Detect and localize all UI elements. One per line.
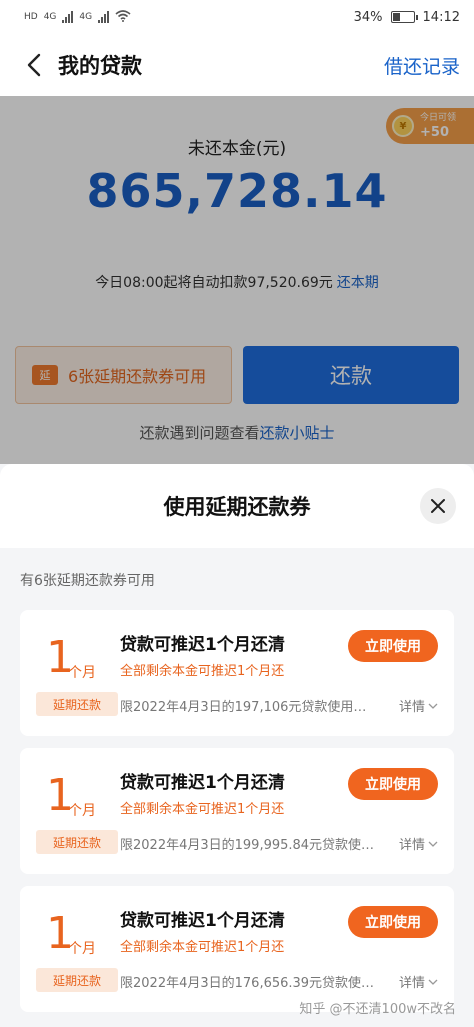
detail-label: 详情 [398, 700, 425, 715]
wifi-icon [115, 9, 131, 25]
coupon-unit: 个月 [68, 665, 96, 681]
coupon-detail-toggle[interactable]: 详情 [399, 834, 438, 853]
watermark: 知乎 @不还清100w不改名 [299, 1002, 456, 1017]
deferral-coupon-sheet: 使用延期还款券 有6张延期还款券可用 1 个月 延期还款 贷款可推迟1个月还清 … [0, 464, 474, 1027]
signal-icon-2 [98, 11, 110, 23]
chevron-down-icon [428, 836, 438, 851]
signal-group: HD 4G 4G [24, 9, 131, 25]
coupon-restriction: 限2022年4月3日的199,995.84元贷款使… [120, 838, 375, 853]
signal-icon [62, 11, 74, 23]
coupon-restriction: 限2022年4月3日的176,656.39元贷款使… [120, 976, 375, 991]
dim-overlay[interactable] [0, 96, 474, 464]
network-4g-label-1: 4G [43, 12, 57, 22]
coupon-unit: 个月 [68, 803, 96, 819]
coupon-subtitle: 全部剩余本金可推迟1个月还 [120, 940, 285, 955]
coupon-title: 贷款可推迟1个月还清 [120, 635, 285, 655]
nav-header: 我的贷款 借还记录 [0, 34, 474, 96]
coupon-card: 1 个月 延期还款 贷款可推迟1个月还清 全部剩余本金可推迟1个月还 立即使用 … [20, 610, 454, 736]
close-icon[interactable] [420, 488, 456, 524]
sheet-header: 使用延期还款券 [0, 464, 474, 548]
battery-icon [390, 11, 418, 23]
coupon-tag: 延期还款 [36, 692, 118, 716]
coupon-title: 贷款可推迟1个月还清 [120, 911, 285, 931]
status-right: 34% 14:12 [354, 10, 460, 25]
sheet-title: 使用延期还款券 [163, 495, 311, 519]
coupon-subtitle: 全部剩余本金可推迟1个月还 [120, 664, 285, 679]
page-title: 我的贷款 [58, 54, 142, 78]
coupon-detail-toggle[interactable]: 详情 [399, 972, 438, 991]
coupon-card: 1 个月 延期还款 贷款可推迟1个月还清 全部剩余本金可推迟1个月还 立即使用 … [20, 886, 454, 1012]
coupon-title: 贷款可推迟1个月还清 [120, 773, 285, 793]
use-now-button[interactable]: 立即使用 [348, 906, 438, 938]
detail-label: 详情 [398, 976, 425, 991]
borrow-repay-history-link[interactable]: 借还记录 [384, 52, 460, 79]
coupon-subtitle: 全部剩余本金可推迟1个月还 [120, 802, 285, 817]
use-now-button[interactable]: 立即使用 [348, 768, 438, 800]
use-now-button[interactable]: 立即使用 [348, 630, 438, 662]
coupon-restriction: 限2022年4月3日的197,106元贷款使用… [120, 700, 367, 715]
available-count-text: 有6张延期还款券可用 [20, 573, 155, 589]
coupon-detail-toggle[interactable]: 详情 [399, 696, 438, 715]
detail-label: 详情 [398, 838, 425, 853]
hd-label: HD [24, 12, 38, 22]
clock: 14:12 [422, 9, 460, 25]
back-arrow-icon[interactable] [12, 43, 56, 87]
battery-percent: 34% [353, 9, 383, 25]
status-bar: HD 4G 4G 34% 14:12 [0, 0, 474, 34]
coupon-unit: 个月 [68, 941, 96, 957]
coupon-tag: 延期还款 [36, 830, 118, 854]
network-4g-label-2: 4G [79, 12, 93, 22]
chevron-down-icon [428, 974, 438, 989]
coupon-card: 1 个月 延期还款 贷款可推迟1个月还清 全部剩余本金可推迟1个月还 立即使用 … [20, 748, 454, 874]
coupon-tag: 延期还款 [36, 968, 118, 992]
chevron-down-icon [428, 698, 438, 713]
